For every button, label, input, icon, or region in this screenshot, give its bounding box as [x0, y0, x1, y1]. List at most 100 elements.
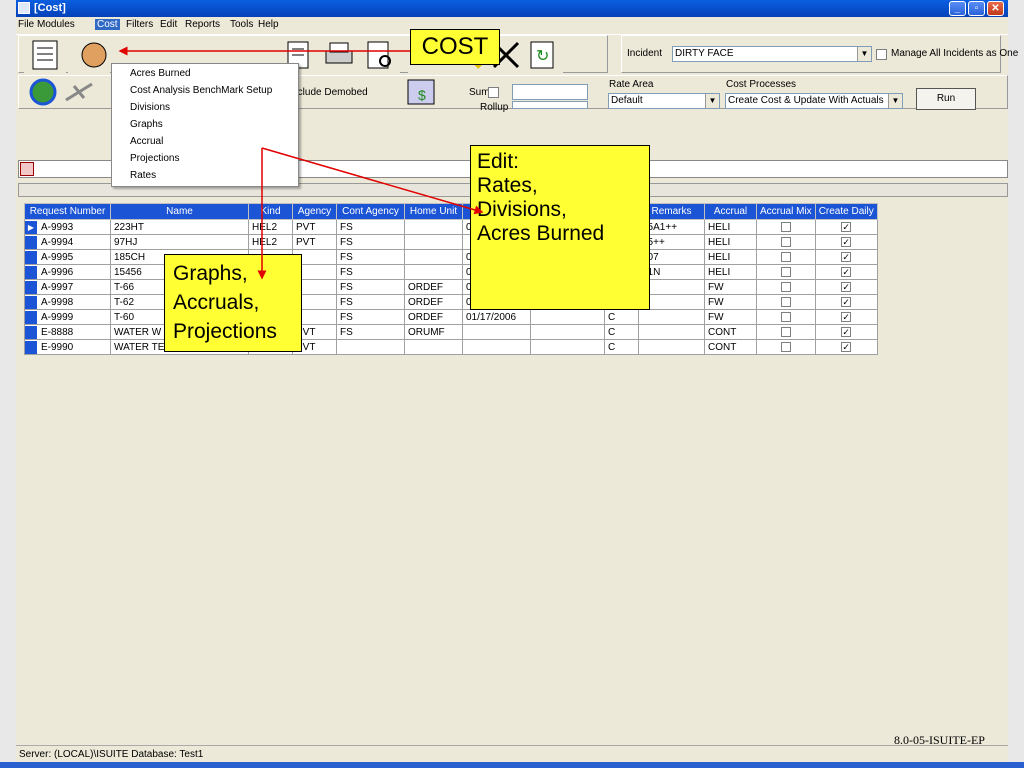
sum-checkbox[interactable]: [488, 87, 499, 98]
cell-cont-agency[interactable]: FS: [336, 324, 405, 340]
create-daily-checkbox[interactable]: ✓: [841, 221, 852, 232]
cell-cont-agency[interactable]: FS: [336, 294, 405, 310]
row-selector[interactable]: [25, 265, 37, 279]
cell-c[interactable]: C: [604, 309, 639, 325]
row-selector[interactable]: [25, 280, 37, 294]
create-daily-checkbox[interactable]: ✓: [841, 281, 852, 292]
cell-request-number[interactable]: A-9998: [24, 294, 111, 310]
table-row[interactable]: ▶ A-9993 223HT HEL2 PVT FS 0 05A1++ HELI ✓: [24, 219, 878, 235]
menu-reports[interactable]: Reports: [183, 19, 222, 30]
table-row[interactable]: A-9996 15456 FS 0 61N HELI ✓: [24, 264, 878, 280]
cell-home-unit[interactable]: ORDEF: [404, 279, 463, 295]
cell-home-unit[interactable]: [404, 234, 463, 250]
menu-edit[interactable]: Edit: [158, 19, 179, 30]
airplane-icon[interactable]: [62, 76, 96, 108]
cell-blank[interactable]: [530, 324, 605, 340]
create-daily-checkbox[interactable]: ✓: [841, 311, 852, 322]
cell-accrual[interactable]: CONT: [704, 324, 757, 340]
run-button[interactable]: Run: [916, 88, 976, 110]
cell-accrual[interactable]: HELI: [704, 249, 757, 265]
col-create-daily[interactable]: Create Daily: [814, 203, 878, 220]
cell-blank[interactable]: [530, 339, 605, 355]
menu-modules[interactable]: Modules: [35, 19, 77, 30]
cell-request-number[interactable]: E-9990: [24, 339, 111, 355]
cell-home-unit[interactable]: [404, 219, 463, 235]
print-preview-icon[interactable]: [358, 37, 400, 73]
calculator-icon[interactable]: $: [402, 76, 440, 108]
menu-item-divisions[interactable]: Divisions: [130, 102, 170, 113]
cell-accrual[interactable]: FW: [704, 279, 757, 295]
close-button[interactable]: ✕: [987, 1, 1004, 16]
cell-request-number[interactable]: A-9996: [24, 264, 111, 280]
table-row[interactable]: A-9998T-62FSORDEF01/16/2006CFW✓: [24, 294, 878, 310]
col-accrual[interactable]: Accrual: [704, 203, 757, 220]
cell-request-number[interactable]: A-9995: [24, 249, 111, 265]
sum-field[interactable]: [512, 84, 588, 100]
cell-cont-agency[interactable]: FS: [336, 249, 405, 265]
cell-home-unit[interactable]: [404, 264, 463, 280]
table-row[interactable]: A-9995 185CH FS 0 107 HELI ✓: [24, 249, 878, 265]
row-selector[interactable]: [25, 310, 37, 324]
accrual-mix-checkbox[interactable]: [780, 311, 791, 322]
cost-processes-combo[interactable]: Create Cost & Update With Actuals ▼: [725, 93, 903, 109]
row-selector[interactable]: [25, 235, 37, 249]
create-daily-checkbox[interactable]: ✓: [841, 266, 852, 277]
table-row[interactable]: A-9997 T-66 FS ORDEF 0 FW ✓: [24, 279, 878, 295]
cell-cont-agency[interactable]: FS: [336, 264, 405, 280]
accrual-mix-checkbox[interactable]: [780, 281, 791, 292]
cell-home-unit[interactable]: ORUMF: [404, 324, 463, 340]
row-selector[interactable]: [25, 325, 37, 339]
accrual-mix-checkbox[interactable]: [780, 296, 791, 307]
accrual-mix-checkbox[interactable]: [780, 236, 791, 247]
cell-agency[interactable]: PVT: [292, 234, 337, 250]
col-home-unit[interactable]: Home Unit: [404, 203, 463, 220]
cell-request-number[interactable]: A-9997: [24, 279, 111, 295]
minimize-button[interactable]: _: [949, 1, 966, 16]
cell-home-unit[interactable]: ORDEF: [404, 294, 463, 310]
menu-help[interactable]: Help: [256, 19, 281, 30]
col-agency[interactable]: Agency: [292, 203, 337, 220]
row-pointer-icon[interactable]: ▶: [25, 220, 37, 234]
menu-item-rates[interactable]: Rates: [130, 170, 156, 181]
row-selector[interactable]: [25, 340, 37, 354]
col-cont-agency[interactable]: Cont Agency: [336, 203, 405, 220]
accrual-mix-checkbox[interactable]: [780, 341, 791, 352]
create-daily-checkbox[interactable]: ✓: [841, 341, 852, 352]
filter-icon[interactable]: [20, 162, 34, 176]
chevron-down-icon[interactable]: ▼: [888, 94, 902, 108]
col-accrual-mix[interactable]: Accrual Mix: [756, 203, 816, 220]
cell-c[interactable]: C: [604, 324, 639, 340]
cell-cont-agency[interactable]: FS: [336, 279, 405, 295]
cell-cont-agency[interactable]: FS: [336, 309, 405, 325]
accrual-mix-checkbox[interactable]: [780, 251, 791, 262]
cell-accrual[interactable]: FW: [704, 294, 757, 310]
menu-tools[interactable]: Tools: [228, 19, 255, 30]
cell-home-unit[interactable]: ORDEF: [404, 309, 463, 325]
cell-agency[interactable]: PVT: [292, 219, 337, 235]
cell-accrual[interactable]: HELI: [704, 234, 757, 250]
menu-filters[interactable]: Filters: [124, 19, 155, 30]
cell-blank[interactable]: [530, 309, 605, 325]
refresh-icon[interactable]: ↻: [521, 37, 563, 73]
cell-request-number[interactable]: A-9999: [24, 309, 111, 325]
table-row[interactable]: E-9990WATER TENDERWAT1PVTCCONT✓: [24, 339, 878, 355]
create-daily-checkbox[interactable]: ✓: [841, 326, 852, 337]
cell-cont-agency[interactable]: FS: [336, 219, 405, 235]
col-name[interactable]: Name: [110, 203, 249, 220]
list-report-icon[interactable]: [24, 37, 66, 73]
table-row[interactable]: A-9999 T-60 FS ORDEF 01/17/2006 C FW ✓: [24, 309, 878, 325]
create-daily-checkbox[interactable]: ✓: [841, 236, 852, 247]
menu-item-acres-burned[interactable]: Acres Burned: [130, 68, 191, 79]
accrual-mix-checkbox[interactable]: [780, 266, 791, 277]
manage-all-checkbox[interactable]: [876, 49, 887, 60]
menu-item-projections[interactable]: Projections: [130, 153, 179, 164]
cell-accrual[interactable]: HELI: [704, 264, 757, 280]
cell-date[interactable]: [462, 339, 531, 355]
table-row[interactable]: E-8888 WATER W PVT FS ORUMF C CONT ✓: [24, 324, 878, 340]
cell-accrual[interactable]: HELI: [704, 219, 757, 235]
cell-cont-agency[interactable]: [336, 339, 405, 355]
col-kind[interactable]: Kind: [248, 203, 293, 220]
col-request-number[interactable]: Request Number: [24, 203, 111, 220]
globe-icon[interactable]: [26, 76, 60, 108]
cell-cont-agency[interactable]: FS: [336, 234, 405, 250]
